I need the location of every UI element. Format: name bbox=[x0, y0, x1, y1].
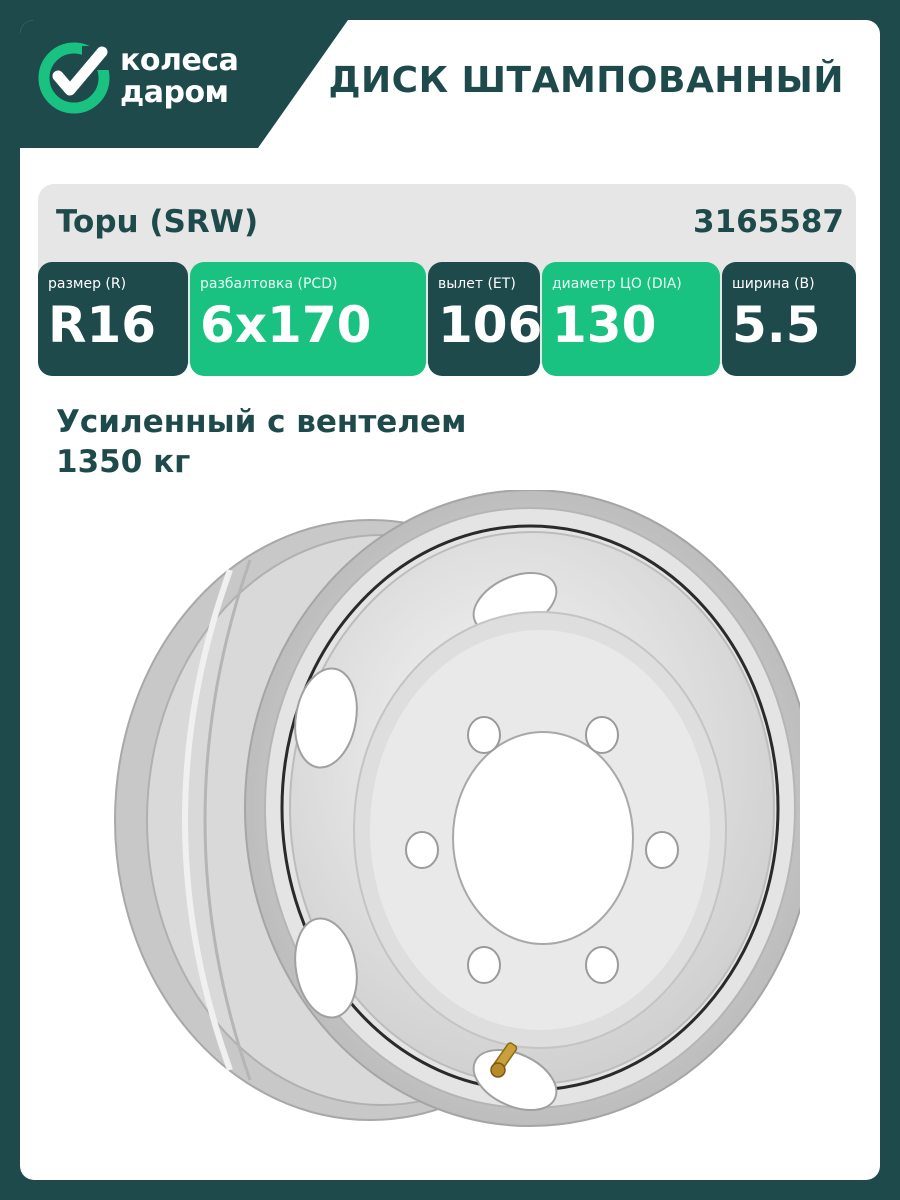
spec-dia: диаметр ЦО (DIA) 130 bbox=[542, 262, 720, 376]
brand-logo[interactable]: колеса даром bbox=[38, 40, 288, 130]
spec-width-label: ширина (B) bbox=[732, 276, 815, 292]
logo-text-line1: колеса bbox=[120, 43, 239, 78]
spec-dia-label: диаметр ЦО (DIA) bbox=[552, 276, 682, 292]
spec-et-value: 106 bbox=[438, 296, 543, 354]
page-title: ДИСК ШТАМПОВАННЫЙ bbox=[328, 60, 844, 101]
logo-text-line2: даром bbox=[120, 75, 229, 110]
product-sku: 3165587 bbox=[693, 204, 844, 240]
spec-et: вылет (ET) 106 bbox=[428, 262, 543, 376]
spec-dia-value: 130 bbox=[552, 296, 657, 354]
wheel-image bbox=[114, 490, 800, 1127]
description-line2: 1350 кг bbox=[56, 444, 191, 480]
spec-width-value: 5.5 bbox=[732, 296, 821, 354]
spec-pcd-value: 6x170 bbox=[200, 296, 372, 354]
checkmark-circle-icon bbox=[38, 42, 112, 114]
product-description: Усиленный с вентелем 1350 кг bbox=[56, 402, 466, 482]
spec-et-label: вылет (ET) bbox=[438, 276, 516, 292]
spec-width: ширина (B) 5.5 bbox=[722, 262, 856, 376]
product-name: Topu (SRW) bbox=[56, 204, 259, 240]
spec-pcd: разбалтовка (PCD) 6x170 bbox=[190, 262, 426, 376]
spec-size-value: R16 bbox=[48, 296, 157, 354]
spec-pcd-label: разбалтовка (PCD) bbox=[200, 276, 338, 292]
description-line1: Усиленный с вентелем bbox=[56, 404, 467, 440]
spec-size-label: размер (R) bbox=[48, 276, 127, 292]
product-card: колеса даром ДИСК ШТАМПОВАННЫЙ Topu (SRW… bbox=[20, 20, 880, 1180]
spec-size: размер (R) R16 bbox=[38, 262, 188, 376]
